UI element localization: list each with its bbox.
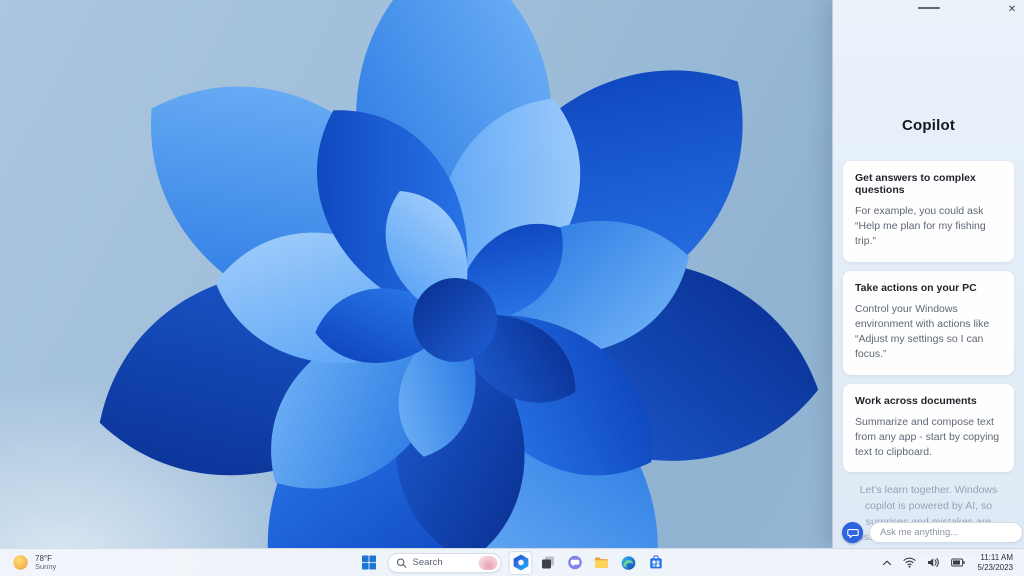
chat-input[interactable]	[869, 522, 1023, 543]
panel-title: Copilot	[901, 117, 956, 134]
bloom-wallpaper-graphic	[99, 0, 819, 548]
folder-icon	[595, 557, 608, 568]
chat-icon	[567, 555, 582, 570]
search-icon	[396, 557, 407, 568]
card-title: Take actions on your PC	[855, 281, 977, 294]
tray-chevron-up-icon[interactable]	[880, 557, 894, 569]
taskbar-icon-copilot[interactable]	[508, 550, 533, 575]
card-body: For example, you could ask “Help me plan…	[855, 205, 986, 248]
search-label: Search	[412, 557, 443, 568]
suggestion-card: Take actions on your PC Control your Win…	[843, 270, 1014, 375]
clock-time: 11:11 AM	[980, 552, 1013, 562]
chat-bar	[833, 522, 1024, 543]
taskbar-icon-task-view[interactable]	[536, 551, 560, 575]
copilot-chat-icon[interactable]	[842, 522, 863, 543]
edge-icon	[621, 555, 636, 570]
search-box[interactable]: Search	[387, 552, 502, 573]
card-body: Control your Windows environment with ac…	[855, 302, 990, 361]
search-daily-image-thumbnail	[478, 555, 498, 570]
card-title: Work across documents	[855, 394, 977, 407]
battery-icon[interactable]	[949, 556, 967, 569]
taskbar-icon-file-explorer[interactable]	[590, 551, 614, 575]
copilot-icon	[513, 554, 528, 571]
system-tray: 11:11 AM 5/23/2023	[880, 549, 1024, 576]
taskbar-icon-chat[interactable]	[563, 551, 587, 575]
suggestion-card: Get answers to complex questions For exa…	[843, 161, 1014, 262]
clock[interactable]: 11:11 AM 5/23/2023	[974, 553, 1013, 573]
weather-text: 78°F Sunny	[35, 554, 56, 572]
clock-date: 5/23/2023	[977, 562, 1013, 572]
panel-drag-handle[interactable]	[917, 7, 940, 9]
start-button[interactable]	[357, 551, 381, 575]
sun-icon	[13, 555, 28, 570]
taskbar: 78°F Sunny Search 11:11 AM 5/23/2023	[0, 548, 1024, 576]
close-icon[interactable]: ✕	[1004, 2, 1020, 18]
suggestion-card: Work across documents Summarize and comp…	[843, 383, 1014, 473]
taskbar-icon-microsoft-store[interactable]	[644, 551, 668, 575]
windows-logo-icon	[361, 555, 376, 570]
taskbar-icon-edge[interactable]	[617, 551, 641, 575]
volume-icon[interactable]	[925, 555, 942, 570]
store-icon	[649, 555, 662, 569]
card-body: Summarize and compose text from any app …	[855, 415, 1000, 458]
suggestion-cards: Get answers to complex questions For exa…	[833, 161, 1024, 473]
weather-widget[interactable]: 78°F Sunny	[0, 549, 68, 576]
wifi-icon[interactable]	[901, 555, 918, 570]
taskbar-center: Search	[357, 549, 668, 576]
copilot-panel: ✕ Copilot Get answers to complex questio…	[832, 0, 1024, 575]
card-title: Get answers to complex questions	[855, 172, 976, 196]
task-view-icon	[541, 556, 554, 569]
weather-condition: Sunny	[35, 561, 57, 571]
